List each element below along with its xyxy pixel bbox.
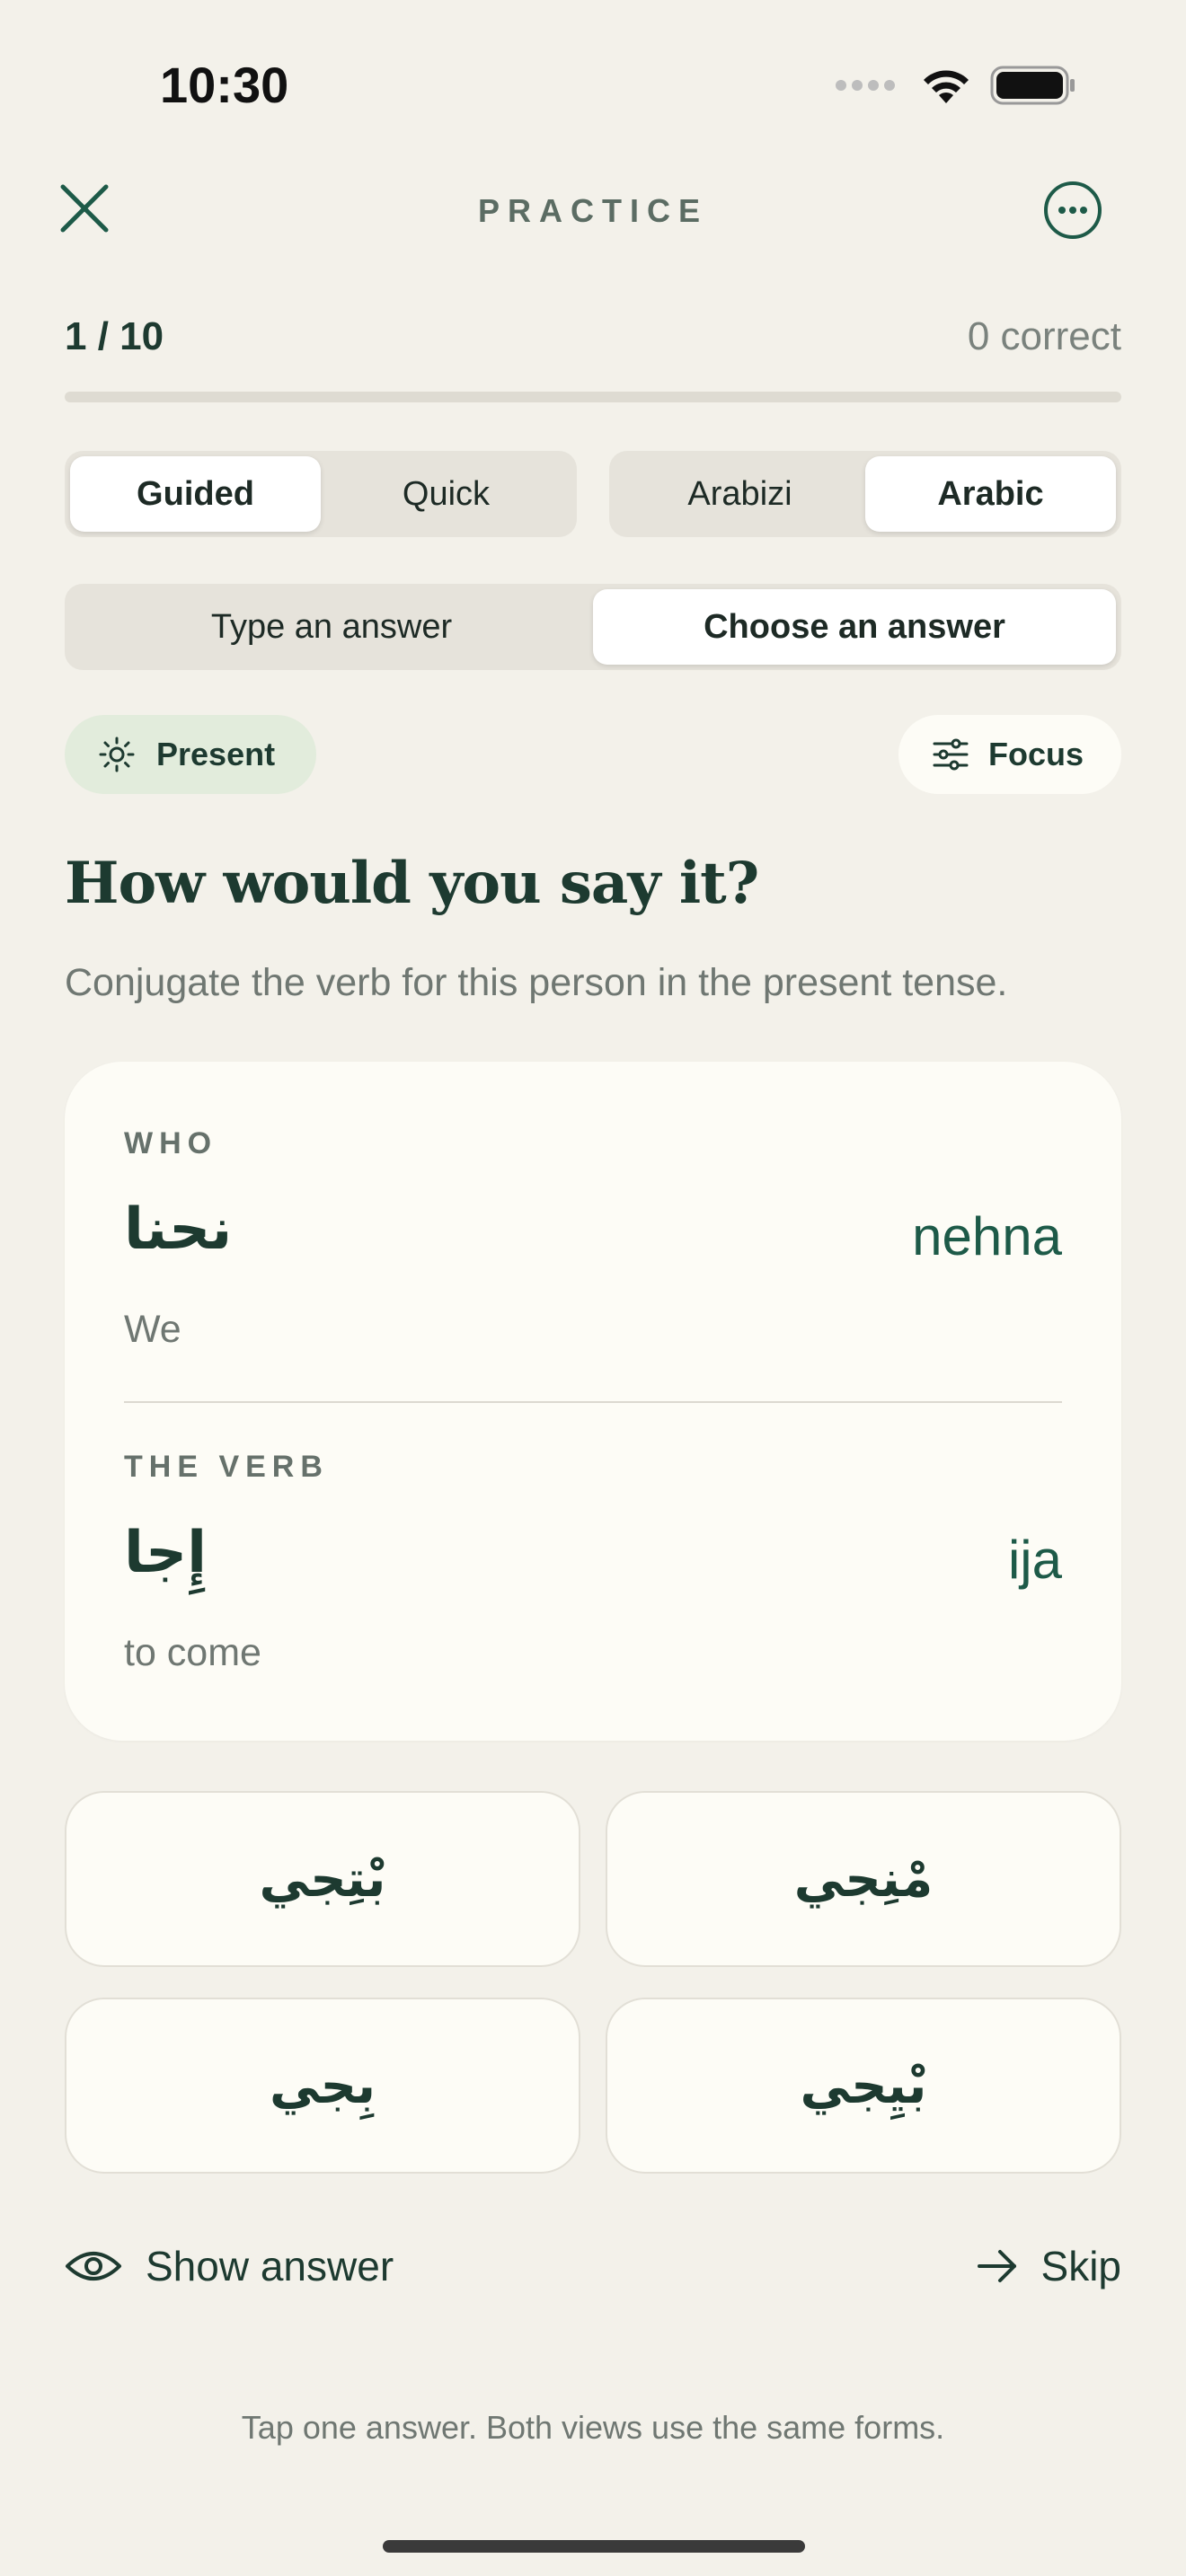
tense-chip[interactable]: Present [65,715,316,794]
show-answer-button[interactable]: Show answer [65,2242,394,2290]
progress-counter: 1 / 10 [65,314,164,358]
answer-option[interactable]: بْيِجي [606,1998,1121,2174]
who-label: WHO [124,1126,218,1160]
skip-label: Skip [1040,2243,1121,2289]
tense-chip-label: Present [156,736,276,772]
footer-note: Tap one answer. Both views use the same … [241,2409,945,2446]
script-arabic-option[interactable]: Arabic [865,456,1116,532]
wifi-icon [924,70,969,103]
mode-toggle: Guided Quick [65,451,577,537]
answer-option[interactable]: بِجي [65,1998,580,2174]
page-title: PRACTICE [477,192,708,229]
who-latin: nehna [912,1206,1062,1266]
more-options-icon[interactable] [1042,180,1103,241]
status-icons [836,65,1076,106]
correct-count: 0 correct [967,314,1121,358]
choose-answer-option[interactable]: Choose an answer [593,589,1116,665]
card-divider [124,1401,1062,1403]
status-time: 10:30 [160,57,289,113]
mode-quick-option[interactable]: Quick [321,456,571,532]
focus-button[interactable]: Focus [898,715,1121,794]
who-meaning: We [124,1308,181,1351]
answer-option[interactable]: مْنِجي [606,1791,1121,1967]
verb-meaning: to come [124,1631,261,1674]
mode-guided-option[interactable]: Guided [70,456,321,532]
who-arabic: نحنا [124,1196,233,1263]
eye-icon [66,2252,121,2280]
show-answer-label: Show answer [146,2243,394,2289]
verb-label: THE VERB [124,1450,329,1484]
battery-icon [990,66,1075,105]
progress-bar [65,392,1121,402]
prompt-card: WHO نحنا nehna We THE VERB إِجا ija to c… [65,1062,1121,1741]
home-indicator [383,2540,805,2553]
answer-mode-toggle: Type an answer Choose an answer [65,584,1121,670]
script-toggle: Arabizi Arabic [609,451,1121,537]
sun-icon [99,737,135,772]
cellular-signal-icon [836,80,895,91]
verb-arabic: إِجا [124,1520,208,1586]
verb-latin: ija [1007,1530,1062,1590]
skip-button[interactable]: Skip [977,2242,1121,2290]
question-title: How would you say it? [65,850,759,917]
answer-option[interactable]: بْتِجي [65,1791,580,1967]
script-arabizi-option[interactable]: Arabizi [615,456,865,532]
focus-button-label: Focus [988,736,1084,772]
sliders-icon [933,738,969,771]
type-answer-option[interactable]: Type an answer [70,589,593,665]
arrow-right-icon [977,2250,1016,2282]
question-instruction: Conjugate the verb for this person in th… [65,961,1008,1004]
